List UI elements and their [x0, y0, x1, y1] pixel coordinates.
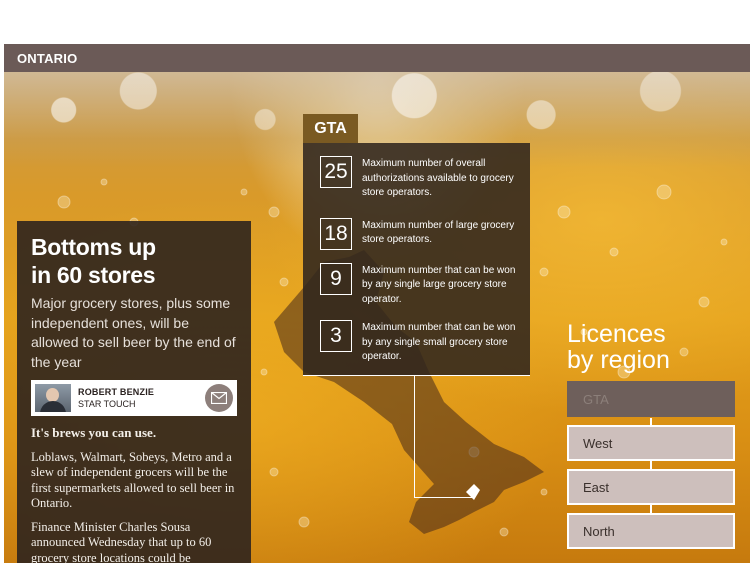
region-button-west[interactable]: West [567, 425, 735, 461]
regions-title-line-1: Licences [567, 320, 666, 348]
headline-line-2: in 60 stores [31, 262, 156, 288]
byline[interactable]: ROBERT BENZIE STAR TOUCH [31, 380, 237, 416]
region-button-east[interactable]: East [567, 469, 735, 505]
headline-line-1: Bottoms up [31, 234, 156, 260]
stat-number: 25 [320, 156, 352, 188]
headline: Bottoms up in 60 stores [31, 233, 237, 289]
stat-item: 18 Maximum number of large grocery store… [320, 217, 530, 250]
stat-number: 9 [320, 262, 352, 295]
article-dek: Major grocery stores, plus some independ… [31, 295, 236, 370]
stat-number: 3 [320, 320, 352, 352]
gta-stats-panel: 25 Maximum number of overall authorizati… [303, 143, 530, 376]
section-header: ONTARIO [4, 44, 750, 72]
author-name: ROBERT BENZIE [78, 387, 155, 397]
section-label: ONTARIO [17, 50, 78, 66]
article-body: It's brews you can use. Loblaws, Walmart… [31, 425, 237, 563]
gta-connector-line [414, 497, 474, 498]
stat-number: 18 [320, 217, 352, 250]
article-paragraph-1: Loblaws, Walmart, Sobeys, Metro and a sl… [31, 449, 235, 511]
regions-title: Licences by region [567, 321, 670, 373]
stat-item: 25 Maximum number of overall authorizati… [320, 156, 530, 201]
envelope-icon [211, 392, 227, 404]
region-button-gta[interactable]: GTA [567, 381, 735, 417]
stat-label: Maximum number that can be won by any si… [362, 322, 516, 362]
stat-item: 9 Maximum number that can be won by any … [320, 262, 530, 308]
email-author-button[interactable] [205, 384, 233, 412]
author-outlet: STAR TOUCH [78, 399, 136, 409]
stat-item: 3 Maximum number that can be won by any … [320, 320, 530, 365]
stat-label: Maximum number of overall authorizations… [362, 158, 514, 198]
regions-title-line-2: by region [567, 346, 670, 374]
gta-tag: GTA [303, 114, 358, 143]
stat-label: Maximum number that can be won by any si… [362, 264, 516, 305]
article-card: Bottoms up in 60 stores Major grocery st… [17, 221, 251, 563]
article-paragraph-2: Finance Minister Charles Sousa announced… [31, 519, 212, 563]
byline-text: ROBERT BENZIE STAR TOUCH [78, 387, 154, 409]
author-avatar [35, 384, 71, 412]
gta-connector-line [414, 376, 415, 498]
region-button-north[interactable]: North [567, 513, 735, 549]
stat-label: Maximum number of large grocery store op… [362, 219, 515, 246]
article-lead: It's brews you can use. [31, 425, 157, 440]
